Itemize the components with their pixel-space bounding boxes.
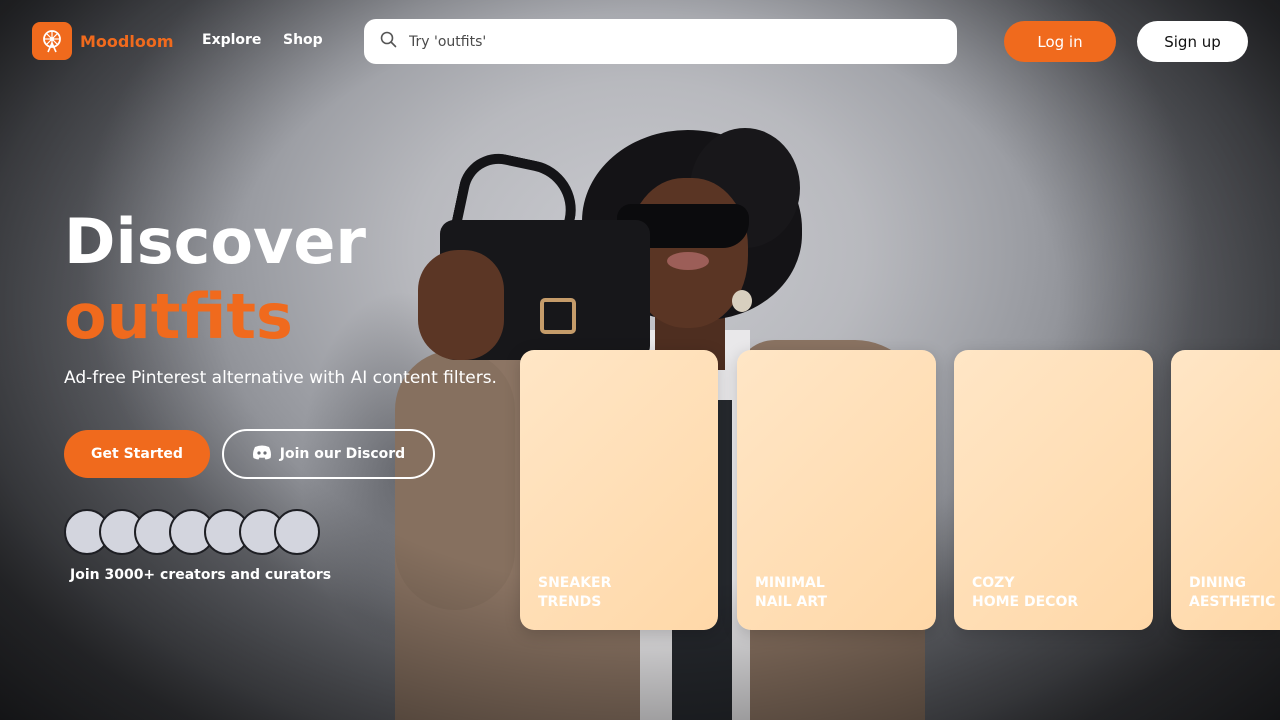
card-label: MINIMAL NAIL ART: [755, 575, 828, 610]
search-bar[interactable]: [364, 19, 957, 64]
signup-button[interactable]: Sign up: [1137, 21, 1248, 62]
category-card-dining-aesthetic[interactable]: DINING AESTHETIC: [1171, 350, 1280, 630]
headline-line-2: outfits: [64, 280, 293, 353]
card-label: SNEAKER TRENDS: [538, 575, 612, 610]
card-label: COZY HOME DECOR: [972, 575, 1079, 610]
headline-line-1: Discover: [64, 205, 367, 278]
creator-avatars: [64, 509, 324, 555]
category-card-cozy-home-decor[interactable]: COZY HOME DECOR: [954, 350, 1153, 630]
social-proof-text: Join 3000+ creators and curators: [70, 567, 332, 583]
discord-icon: [252, 445, 272, 464]
get-started-button[interactable]: Get Started: [64, 430, 210, 478]
nav-explore[interactable]: Explore: [202, 32, 261, 48]
avatar: [274, 509, 320, 555]
join-discord-label: Join our Discord: [279, 446, 406, 462]
brand-name: Moodloom: [80, 31, 174, 51]
category-card-minimal-nail-art[interactable]: MINIMAL NAIL ART: [737, 350, 936, 630]
brand-logo[interactable]: Moodloom: [32, 22, 174, 60]
card-label: DINING AESTHETIC: [1189, 575, 1276, 610]
search-input[interactable]: [409, 33, 929, 50]
join-discord-button[interactable]: Join our Discord: [222, 429, 435, 479]
category-card-sneaker-trends[interactable]: SNEAKER TRENDS: [520, 350, 718, 630]
search-icon: [380, 31, 397, 52]
ferris-wheel-icon: [32, 22, 72, 60]
nav-shop[interactable]: Shop: [283, 32, 323, 48]
login-button[interactable]: Log in: [1004, 21, 1116, 62]
tagline: Ad-free Pinterest alternative with AI co…: [64, 368, 497, 388]
